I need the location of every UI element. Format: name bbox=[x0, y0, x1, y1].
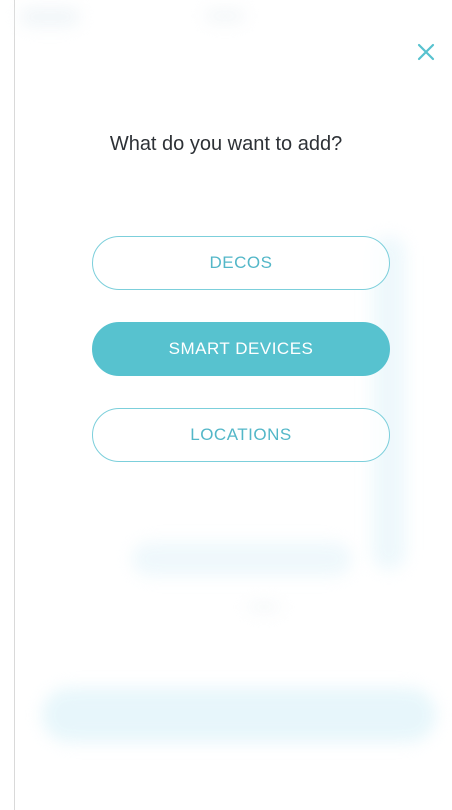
decos-button[interactable]: DECOS bbox=[92, 236, 390, 290]
blurred-background-element bbox=[132, 542, 352, 576]
blurred-background-element bbox=[205, 10, 245, 22]
close-button[interactable] bbox=[414, 40, 438, 64]
locations-button[interactable]: LOCATIONS bbox=[92, 408, 390, 462]
smart-devices-button-label: SMART DEVICES bbox=[168, 339, 314, 358]
left-edge-divider bbox=[14, 0, 15, 810]
blurred-background-element bbox=[42, 688, 436, 742]
blurred-background-element bbox=[372, 236, 406, 570]
blurred-background-element bbox=[247, 602, 281, 612]
blurred-background-element bbox=[20, 8, 80, 26]
locations-button-label: LOCATIONS bbox=[190, 425, 292, 444]
close-icon bbox=[417, 43, 435, 61]
add-options-screen: What do you want to add? DECOS SMART DEV… bbox=[0, 0, 452, 810]
smart-devices-button[interactable]: SMART DEVICES bbox=[92, 322, 390, 376]
page-title: What do you want to add? bbox=[109, 133, 343, 155]
decos-button-label: DECOS bbox=[209, 253, 273, 272]
